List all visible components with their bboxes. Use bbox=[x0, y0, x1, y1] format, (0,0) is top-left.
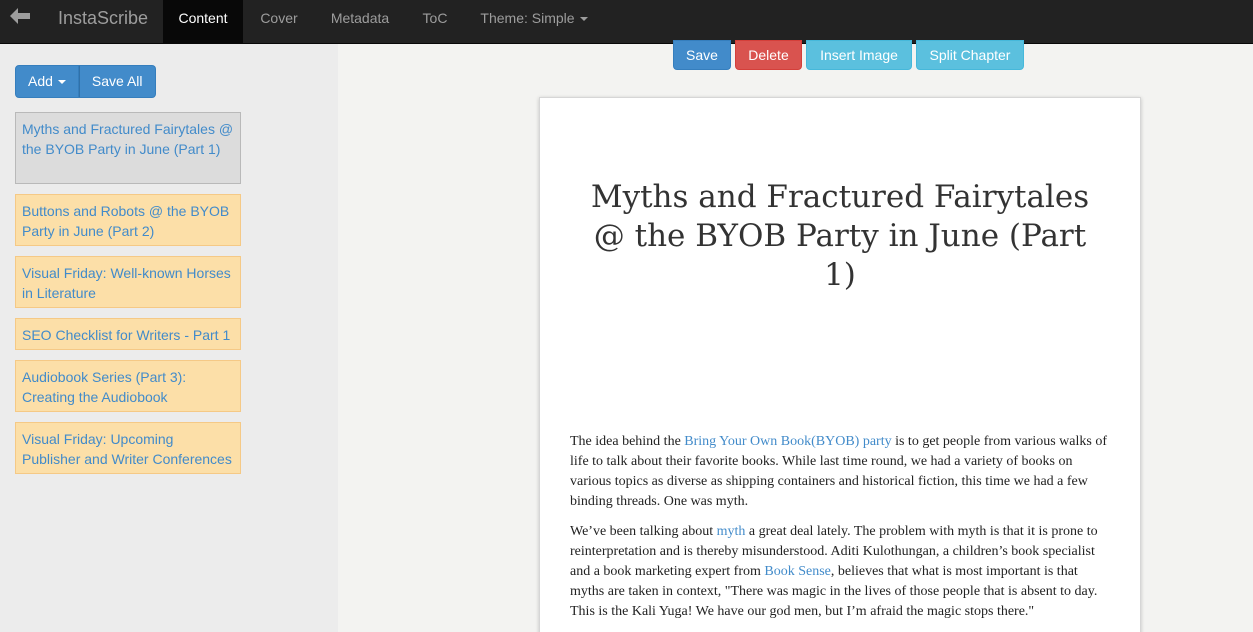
insert-image-button[interactable]: Insert Image bbox=[806, 40, 912, 70]
tab-theme-dropdown[interactable]: Theme: Simple bbox=[465, 0, 603, 43]
text-run: The idea behind the bbox=[570, 434, 685, 449]
editor-toolbar: Save Delete Insert Image Split Chapter bbox=[338, 40, 1253, 70]
chapter-item[interactable]: Buttons and Robots @ the BYOB Party in J… bbox=[15, 194, 241, 246]
chapter-item[interactable]: Visual Friday: Upcoming Publisher and Wr… bbox=[15, 422, 241, 474]
caret-down-icon bbox=[579, 17, 588, 22]
arrow-left-icon bbox=[10, 7, 30, 30]
theme-label: Theme: Simple bbox=[480, 10, 575, 26]
paragraph: We’ve been talking about myth a great de… bbox=[570, 522, 1110, 622]
tab-cover[interactable]: Cover bbox=[243, 0, 315, 43]
chapter-item[interactable]: Myths and Fractured Fairytales @ the BYO… bbox=[15, 112, 241, 184]
chapter-body[interactable]: The idea behind the Bring Your Own Book(… bbox=[570, 432, 1110, 632]
add-label: Add bbox=[28, 73, 53, 89]
add-dropdown-button[interactable]: Add bbox=[15, 65, 79, 98]
save-all-button[interactable]: Save All bbox=[78, 65, 156, 98]
tab-content[interactable]: Content bbox=[163, 0, 243, 43]
chapter-title[interactable]: Myths and Fractured Fairytales @ the BYO… bbox=[580, 178, 1100, 295]
paragraph: The idea behind the Bring Your Own Book(… bbox=[570, 432, 1110, 512]
delete-button[interactable]: Delete bbox=[735, 40, 802, 70]
caret-down-icon bbox=[57, 80, 66, 85]
top-navbar: InstaScribe Content Cover Metadata ToC T… bbox=[0, 0, 1253, 44]
split-chapter-button[interactable]: Split Chapter bbox=[916, 40, 1024, 70]
editor-area: Save Delete Insert Image Split Chapter M… bbox=[338, 40, 1253, 632]
text-run: We’ve been talking about bbox=[570, 524, 717, 539]
chapter-sidebar: Add Save All Myths and Fractured Fairyta… bbox=[0, 44, 338, 632]
sidebar-button-group: Add Save All bbox=[15, 65, 156, 98]
tab-toc[interactable]: ToC bbox=[405, 0, 465, 43]
book-sense-link[interactable]: Book Sense bbox=[764, 564, 831, 579]
back-button[interactable] bbox=[0, 0, 40, 36]
document-page[interactable]: Myths and Fractured Fairytales @ the BYO… bbox=[539, 97, 1141, 632]
chapter-item[interactable]: Visual Friday: Well-known Horses in Lite… bbox=[15, 256, 241, 308]
byob-party-link[interactable]: Bring Your Own Book(BYOB) party bbox=[684, 434, 891, 449]
tab-metadata[interactable]: Metadata bbox=[315, 0, 405, 43]
save-button[interactable]: Save bbox=[673, 40, 731, 70]
brand-logo[interactable]: InstaScribe bbox=[58, 0, 148, 36]
chapter-item[interactable]: Audiobook Series (Part 3): Creating the … bbox=[15, 360, 241, 412]
myth-link[interactable]: myth bbox=[717, 524, 746, 539]
chapter-item[interactable]: SEO Checklist for Writers - Part 1 bbox=[15, 318, 241, 350]
